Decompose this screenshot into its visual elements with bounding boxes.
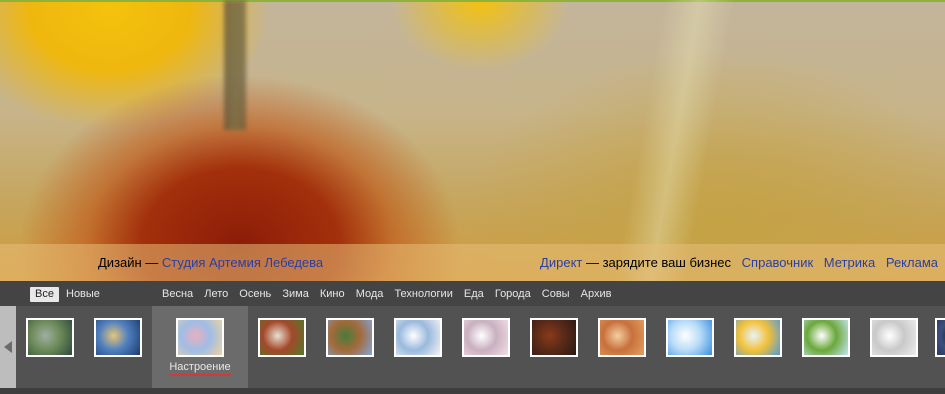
- theme-tabs: Все Новые Весна Лето Осень Зима Кино Мод…: [0, 281, 945, 306]
- design-credit-prefix: Дизайн —: [98, 255, 162, 270]
- theme-thumb-game-1[interactable]: [258, 318, 306, 357]
- theme-thumb-clouds[interactable]: [666, 318, 714, 357]
- category-autumn[interactable]: Осень: [239, 288, 271, 300]
- theme-thumb-partial[interactable]: [935, 318, 945, 357]
- category-spring[interactable]: Весна: [162, 288, 193, 300]
- metrika-link[interactable]: Метрика: [824, 255, 875, 270]
- panel-bottom-border: [0, 388, 945, 394]
- blurred-stem: [615, 0, 735, 281]
- selected-theme-label-wrap: Настроение: [152, 361, 248, 376]
- theme-thumb-bird[interactable]: [734, 318, 782, 357]
- promo-links: Директ — зарядите ваш бизнес Справочник …: [540, 244, 938, 281]
- arrow-left-icon: [4, 341, 12, 353]
- theme-thumb-mood[interactable]: [176, 318, 224, 357]
- theme-thumb-dark-room[interactable]: [530, 318, 578, 357]
- reklama-link[interactable]: Реклама: [886, 255, 938, 270]
- theme-thumb-game-2[interactable]: [326, 318, 374, 357]
- direct-link[interactable]: Директ: [540, 255, 582, 270]
- caption-bar: Дизайн — Студия Артемия Лебедева Директ …: [0, 244, 945, 281]
- flower-stem: [224, 0, 246, 130]
- category-archive[interactable]: Архив: [581, 288, 612, 300]
- theme-selector-panel: Все Новые Весна Лето Осень Зима Кино Мод…: [0, 281, 945, 394]
- category-cities[interactable]: Города: [495, 288, 531, 300]
- theme-thumb-feathers[interactable]: [870, 318, 918, 357]
- top-accent-line: [0, 0, 945, 2]
- category-winter[interactable]: Зима: [282, 288, 308, 300]
- category-list: Весна Лето Осень Зима Кино Мода Технолог…: [158, 287, 615, 302]
- design-studio-link[interactable]: Студия Артемия Лебедева: [162, 255, 323, 270]
- scroll-left-button[interactable]: [0, 306, 16, 388]
- category-food[interactable]: Еда: [464, 288, 484, 300]
- selected-theme-label[interactable]: Настроение: [169, 361, 231, 376]
- category-cinema[interactable]: Кино: [320, 288, 345, 300]
- design-credit: Дизайн — Студия Артемия Лебедева: [98, 244, 323, 281]
- theme-thumb-ruler[interactable]: [394, 318, 442, 357]
- theme-thumb-cinderella[interactable]: [94, 318, 142, 357]
- theme-thumb-snowdrops[interactable]: [802, 318, 850, 357]
- theme-thumbnail-strip: Настроение: [0, 306, 945, 388]
- filter-all[interactable]: Все: [30, 287, 59, 302]
- theme-thumb-gears[interactable]: [462, 318, 510, 357]
- spravochnik-link[interactable]: Справочник: [742, 255, 814, 270]
- category-owls[interactable]: Совы: [542, 288, 570, 300]
- filter-new[interactable]: Новые: [61, 287, 105, 302]
- direct-tagline: — зарядите ваш бизнес: [582, 255, 732, 270]
- category-summer[interactable]: Лето: [204, 288, 228, 300]
- theme-thumb-hulk[interactable]: [26, 318, 74, 357]
- background-photo: [0, 0, 945, 281]
- category-fashion[interactable]: Мода: [356, 288, 384, 300]
- category-technology[interactable]: Технологии: [394, 288, 452, 300]
- theme-thumb-desert[interactable]: [598, 318, 646, 357]
